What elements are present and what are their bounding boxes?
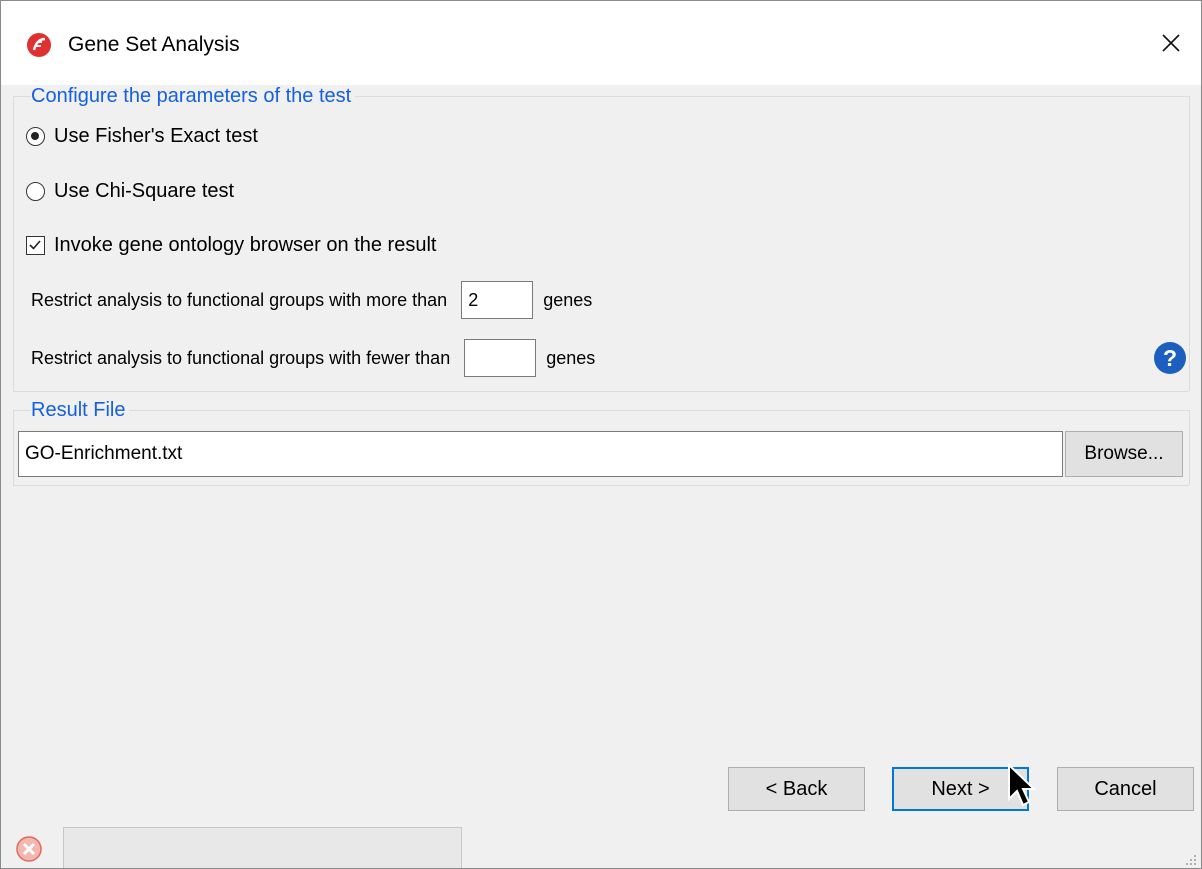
- mouse-pointer-icon: [1008, 763, 1037, 807]
- chi-square-label: Use Chi-Square test: [54, 180, 235, 202]
- fisher-radio[interactable]: [26, 127, 45, 146]
- svg-text:?: ?: [1163, 345, 1177, 371]
- result-section-title: Result File: [31, 399, 130, 421]
- browse-button[interactable]: Browse...: [1065, 431, 1183, 477]
- window-title: Gene Set Analysis: [68, 33, 240, 56]
- genes-label-1: genes: [543, 289, 593, 310]
- params-group-border-bottom: [13, 391, 1189, 392]
- result-group-border-top: [13, 410, 1189, 411]
- more-than-label: Restrict analysis to functional groups w…: [31, 289, 448, 310]
- close-button[interactable]: [1141, 15, 1201, 71]
- params-section-title: Configure the parameters of the test: [31, 85, 356, 107]
- genes-label-2: genes: [546, 347, 596, 368]
- close-icon: [1162, 34, 1180, 52]
- result-group-border-bottom: [13, 485, 1189, 486]
- ontology-label: Invoke gene ontology browser on the resu…: [54, 234, 437, 256]
- result-file-input[interactable]: GO-Enrichment.txt: [18, 431, 1063, 477]
- result-group-border-right: [1189, 410, 1190, 485]
- chi-square-option[interactable]: Use Chi-Square test: [26, 180, 234, 203]
- question-circle-icon[interactable]: ?: [1153, 341, 1187, 375]
- status-field: [63, 827, 462, 868]
- params-group-border-right: [1189, 96, 1190, 391]
- ontology-option[interactable]: Invoke gene ontology browser on the resu…: [26, 234, 436, 257]
- fewer-than-input[interactable]: [464, 339, 537, 377]
- params-group-border-left: [13, 96, 14, 391]
- cancel-button[interactable]: Cancel: [1057, 767, 1194, 811]
- fisher-label: Use Fisher's Exact test: [54, 125, 258, 147]
- error-status-icon: [16, 836, 42, 862]
- gene-set-analysis-dialog: Gene Set Analysis Configure the paramete…: [0, 0, 1202, 869]
- fewer-than-row: Restrict analysis to functional groups w…: [31, 339, 595, 377]
- dialog-body: Configure the parameters of the test Use…: [1, 85, 1201, 868]
- back-button[interactable]: < Back: [728, 767, 865, 811]
- more-than-input[interactable]: 2: [461, 281, 534, 319]
- app-icon: [27, 33, 51, 57]
- title-bar: Gene Set Analysis: [1, 1, 1201, 85]
- ontology-checkbox[interactable]: [26, 236, 45, 255]
- fisher-option[interactable]: Use Fisher's Exact test: [26, 125, 258, 148]
- result-group-border-left: [13, 410, 14, 485]
- chi-square-radio[interactable]: [26, 182, 45, 201]
- more-than-row: Restrict analysis to functional groups w…: [31, 281, 592, 319]
- fewer-than-label: Restrict analysis to functional groups w…: [31, 347, 451, 368]
- resize-grip-icon[interactable]: [1185, 854, 1197, 866]
- checkmark-icon: [29, 240, 41, 250]
